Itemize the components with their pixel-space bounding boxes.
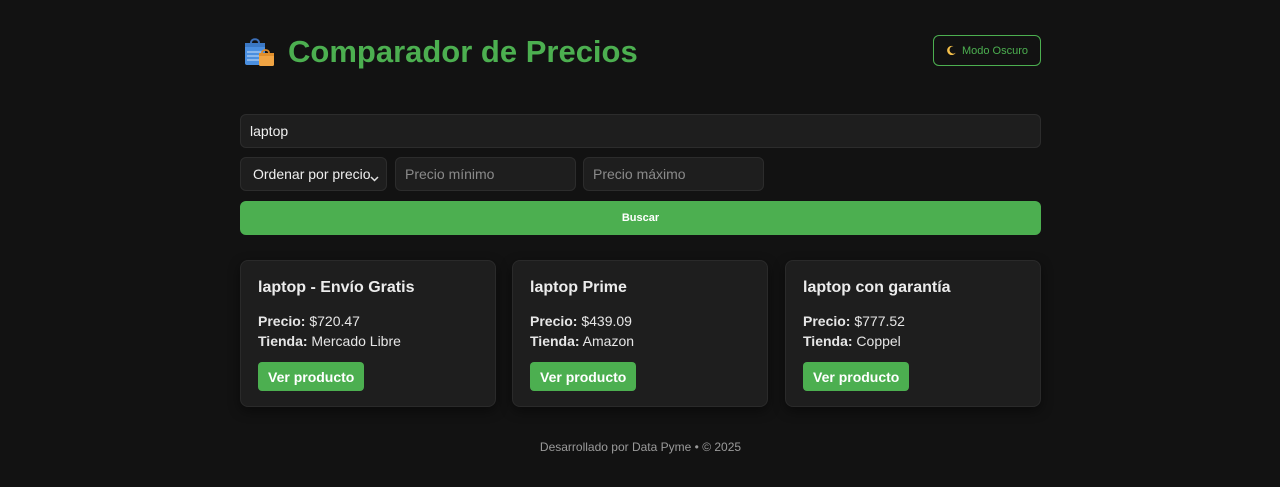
max-price-input[interactable]: [583, 157, 764, 191]
crescent-moon-icon: [946, 45, 957, 56]
product-card: laptop con garantía Precio: $777.52 Tien…: [785, 260, 1041, 407]
product-store: Coppel: [856, 333, 901, 349]
search-input[interactable]: [240, 114, 1041, 148]
view-product-button[interactable]: Ver producto: [258, 362, 365, 391]
store-label: Tienda:: [530, 333, 580, 349]
view-product-button[interactable]: Ver producto: [530, 362, 637, 391]
price-label: Precio:: [258, 313, 306, 329]
min-price-input[interactable]: [395, 157, 576, 191]
sort-select[interactable]: Ordenar por precio: [240, 157, 387, 191]
product-name: laptop con garantía: [803, 279, 951, 296]
sort-select-value: Ordenar por precio: [253, 166, 371, 182]
shopping-bags-icon: [242, 36, 276, 68]
product-price-line: Precio: $439.09: [530, 311, 750, 331]
product-price: $439.09: [581, 313, 632, 329]
view-product-button[interactable]: Ver producto: [803, 362, 910, 391]
product-store-line: Tienda: Mercado Libre: [258, 331, 478, 351]
filters-row: Ordenar por precio: [240, 157, 1041, 191]
price-label: Precio:: [530, 313, 578, 329]
app-container: Comparador de Precios Modo Oscuro Ordena…: [240, 0, 1041, 487]
product-name: laptop - Envío Gratis: [258, 279, 415, 296]
page-footer: Desarrollado por Data Pyme • © 2025: [539, 440, 742, 454]
product-store: Mercado Libre: [311, 333, 401, 349]
search-button[interactable]: Buscar: [240, 201, 1041, 235]
product-price-line: Precio: $777.52: [803, 311, 1023, 331]
store-label: Tienda:: [258, 333, 308, 349]
store-label: Tienda:: [803, 333, 853, 349]
page-title: Comparador de Precios: [288, 34, 638, 69]
results-grid: laptop - Envío Gratis Precio: $720.47 Ti…: [240, 260, 1041, 408]
page-header: Comparador de Precios Modo Oscuro: [240, 30, 1041, 74]
product-card: laptop Prime Precio: $439.09 Tienda: Ama…: [512, 260, 768, 407]
product-price: $720.47: [309, 313, 360, 329]
dark-mode-label: Modo Oscuro: [961, 44, 1029, 57]
product-store-line: Tienda: Amazon: [530, 331, 750, 351]
dark-mode-toggle-button[interactable]: Modo Oscuro: [933, 35, 1041, 66]
chevron-down-icon: [370, 170, 379, 182]
product-price: $777.52: [854, 313, 905, 329]
product-name: laptop Prime: [530, 279, 627, 296]
product-price-line: Precio: $720.47: [258, 311, 478, 331]
product-store-line: Tienda: Coppel: [803, 331, 1023, 351]
product-card: laptop - Envío Gratis Precio: $720.47 Ti…: [240, 260, 496, 407]
price-label: Precio:: [803, 313, 851, 329]
product-store: Amazon: [582, 333, 635, 349]
